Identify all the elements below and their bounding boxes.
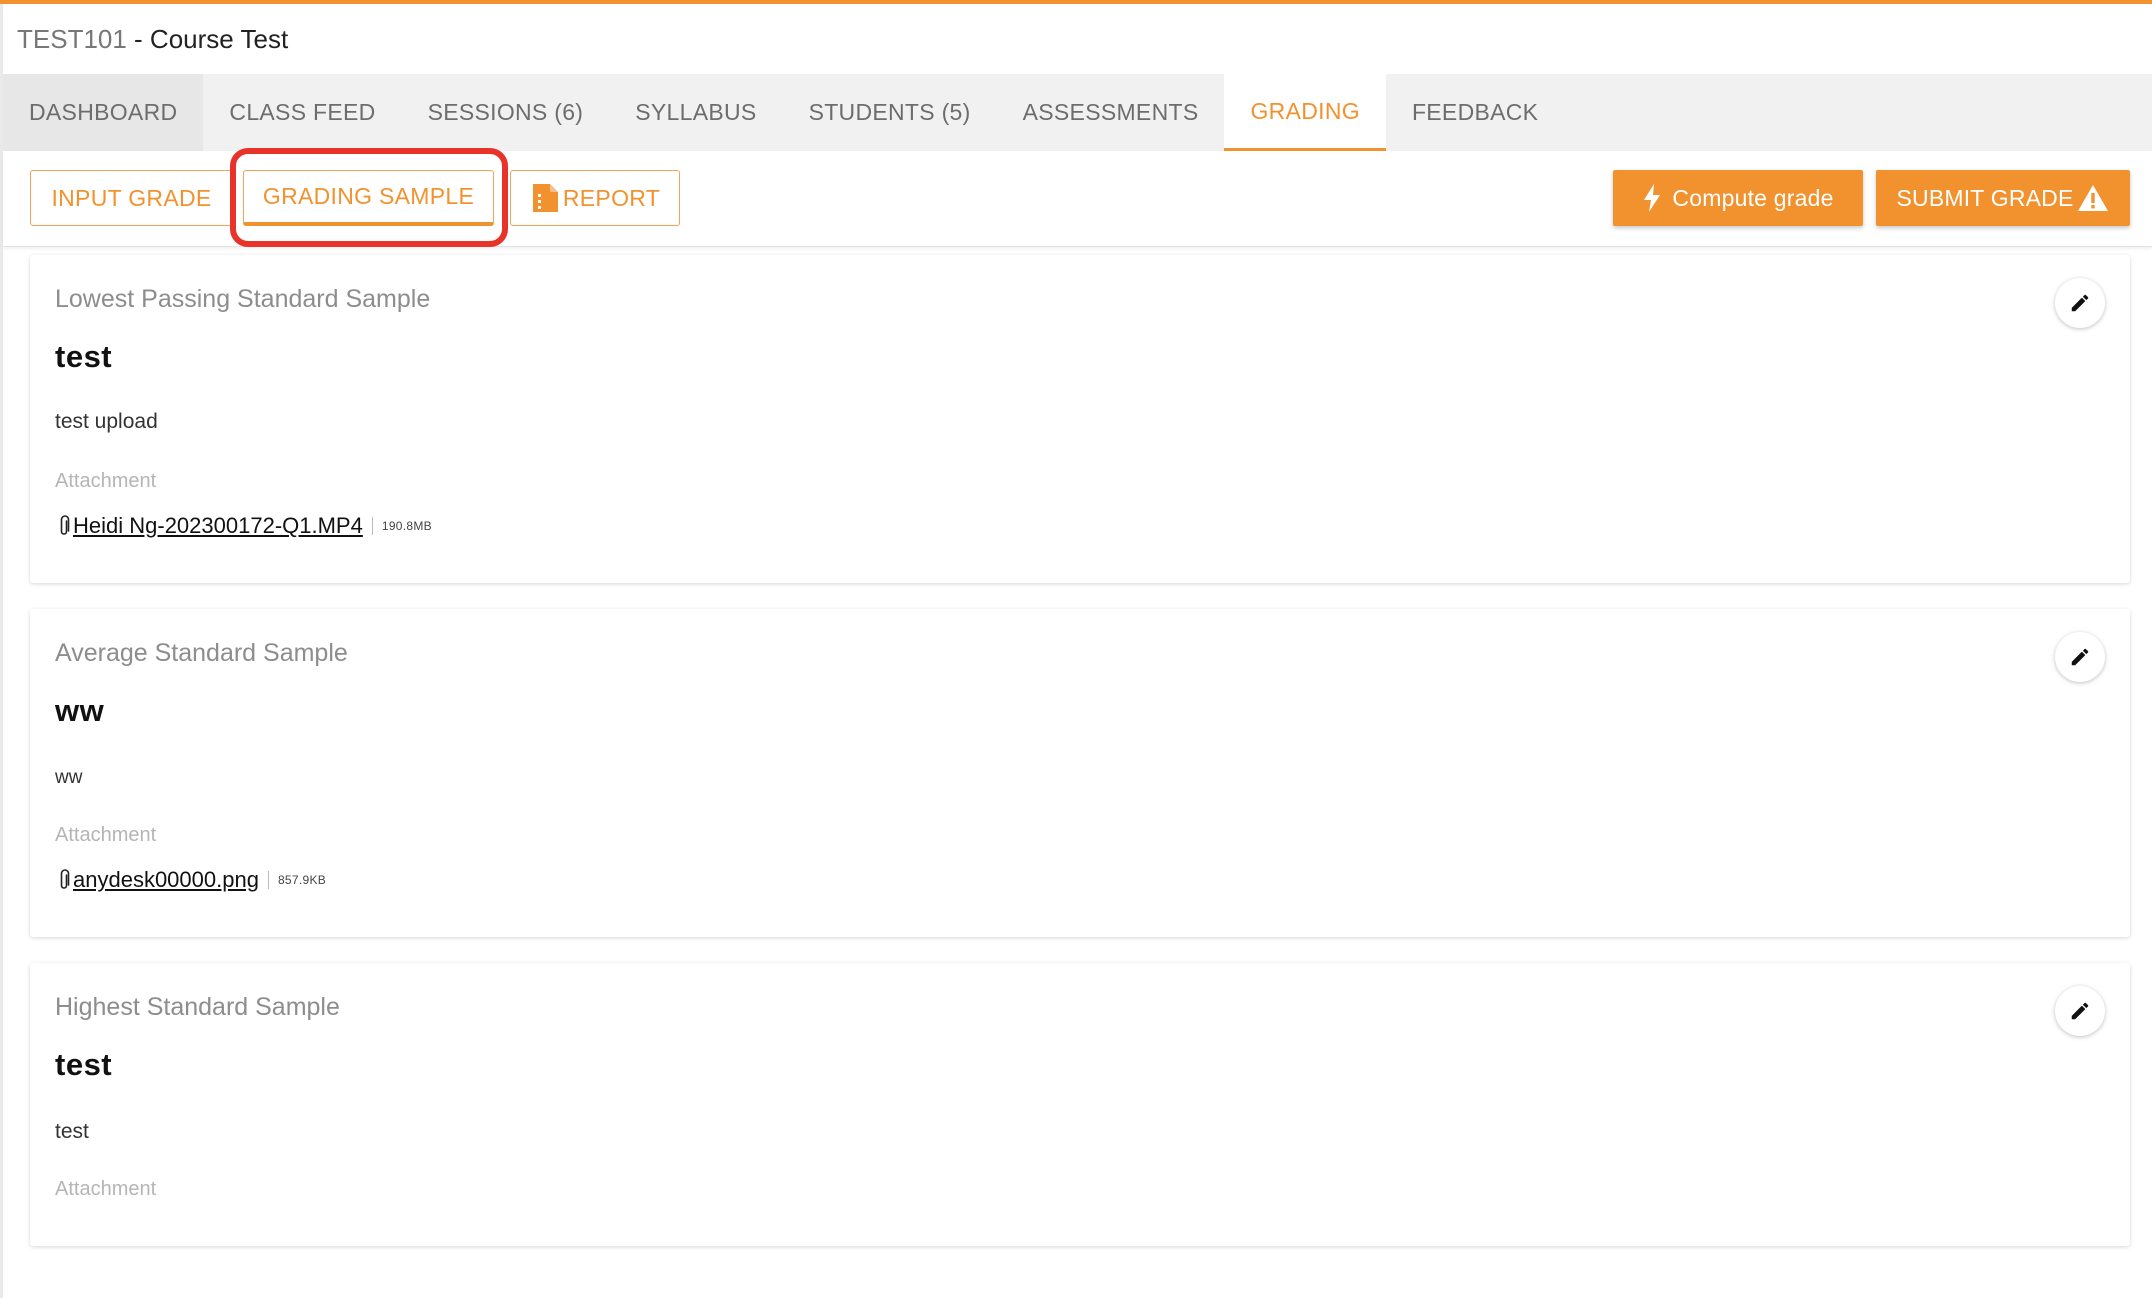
sample-card-lowest: Lowest Passing Standard Sample test test… [30, 255, 2130, 583]
pencil-icon [2071, 1002, 2089, 1020]
warning-icon [2077, 185, 2108, 211]
top-accent-line [0, 0, 2152, 4]
attachment-link[interactable]: Heidi Ng-202300172-Q1.MP4 [73, 513, 363, 539]
sample-title: test [55, 339, 113, 374]
paperclip-icon [60, 869, 70, 889]
sample-description: test [55, 1120, 89, 1143]
course-code: TEST101 [17, 24, 127, 54]
tab-class-feed[interactable]: CLASS FEED [203, 74, 401, 151]
tab-syllabus[interactable]: SYLLABUS [609, 74, 782, 151]
paperclip-icon [60, 515, 70, 535]
sample-card-highest: Highest Standard Sample test test Attach… [30, 963, 2130, 1246]
sample-card-average: Average Standard Sample ww ww Attachment… [30, 609, 2130, 937]
page: TEST101 - Course Test DASHBOARD CLASS FE… [0, 0, 2152, 1298]
edit-sample-button[interactable] [2055, 986, 2105, 1036]
attachment-divider [371, 517, 373, 535]
edit-sample-button[interactable] [2055, 632, 2105, 682]
compute-grade-label: Compute grade [1672, 184, 1834, 211]
report-icon [532, 184, 558, 212]
grading-sample-label: GRADING SAMPLE [262, 183, 475, 209]
tab-sessions[interactable]: SESSIONS (6) [402, 74, 610, 151]
attachment-label: Attachment [55, 824, 157, 846]
attachment-row: Heidi Ng-202300172-Q1.MP4 190.8MB [58, 513, 432, 539]
attachment-link[interactable]: anydesk00000.png [73, 867, 259, 893]
report-label: REPORT [562, 184, 661, 211]
sample-title: test [55, 1047, 113, 1082]
attachment-divider [267, 871, 269, 889]
attachment-row: anydesk00000.png 857.9KB [58, 867, 326, 893]
attachment-size: 857.9KB [277, 873, 327, 887]
tab-students[interactable]: STUDENTS (5) [783, 74, 997, 151]
attachment-label: Attachment [55, 470, 157, 492]
tab-feedback[interactable]: FEEDBACK [1386, 74, 1564, 151]
sample-category: Average Standard Sample [55, 639, 348, 667]
sample-description: ww [55, 767, 83, 788]
tab-grading[interactable]: GRADING [1224, 74, 1386, 151]
compute-grade-button[interactable]: Compute grade [1613, 170, 1863, 226]
tab-dashboard[interactable]: DASHBOARD [3, 74, 204, 151]
sample-category: Highest Standard Sample [55, 993, 340, 1021]
course-title: TEST101 - Course Test [17, 24, 288, 55]
grading-sample-button[interactable]: GRADING SAMPLE [243, 170, 494, 226]
report-button[interactable]: REPORT [510, 170, 680, 226]
attachment-size: 190.8MB [381, 519, 432, 533]
input-grade-button[interactable]: INPUT GRADE [30, 170, 233, 226]
sample-title: ww [55, 693, 105, 728]
pencil-icon [2071, 648, 2089, 666]
tab-assessments[interactable]: ASSESSMENTS [997, 74, 1225, 151]
sample-category: Lowest Passing Standard Sample [55, 285, 431, 313]
input-grade-label: INPUT GRADE [51, 184, 212, 211]
edit-sample-button[interactable] [2055, 278, 2105, 328]
course-name: - Course Test [126, 24, 289, 54]
bolt-icon [1644, 184, 1661, 212]
submit-grade-label: SUBMIT GRADE [1896, 184, 2074, 211]
main-tab-bar: DASHBOARD CLASS FEED SESSIONS (6) SYLLAB… [3, 74, 2152, 151]
pencil-icon [2071, 294, 2089, 312]
attachment-label: Attachment [55, 1178, 157, 1200]
submit-grade-button[interactable]: SUBMIT GRADE [1876, 170, 2130, 226]
sample-description: test upload [55, 410, 158, 433]
